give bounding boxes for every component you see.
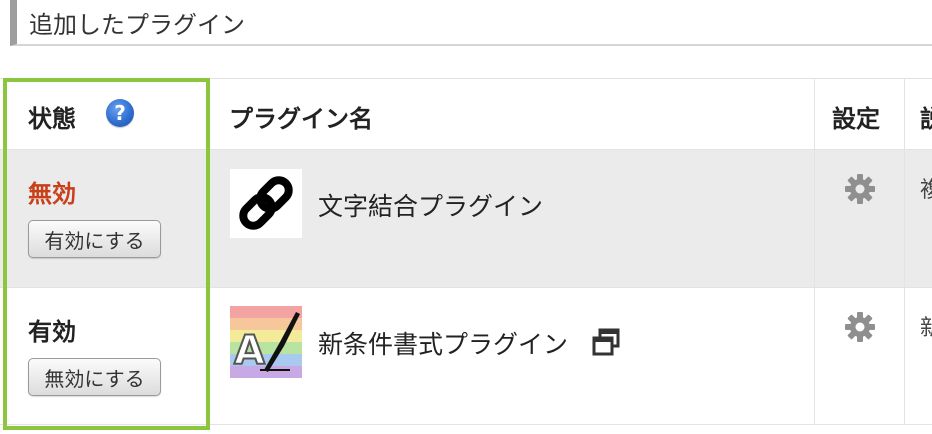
header-bottom-border [0, 149, 932, 150]
description-text: 新 [920, 316, 932, 341]
section-header: 追加したプラグイン [10, 0, 932, 46]
plugin-name: 新条件書式プラグイン [318, 330, 569, 359]
settings-column-header: 設定 [832, 105, 880, 133]
table-bottom-border [0, 424, 932, 425]
row-divider [0, 287, 932, 288]
enable-button[interactable]: 有効にする [28, 220, 161, 258]
help-icon[interactable]: ? [106, 99, 134, 127]
table-top-border [0, 78, 932, 79]
gear-icon[interactable] [843, 172, 877, 206]
column-divider [814, 78, 815, 425]
column-divider [904, 78, 905, 425]
description-text: 複 [920, 178, 932, 203]
plugin-name: 文字結合プラグイン [318, 192, 544, 221]
status-column-header: 状態 [28, 105, 76, 133]
svg-text:A: A [234, 328, 265, 374]
status-label-disabled: 無効 [28, 180, 76, 208]
chain-link-icon [230, 169, 302, 238]
gear-icon[interactable] [843, 310, 877, 344]
status-label-enabled: 有効 [28, 318, 76, 346]
rainbow-pen-icon: A [230, 306, 302, 378]
disable-button[interactable]: 無効にする [28, 358, 161, 396]
plugin-name-column-header: プラグイン名 [229, 105, 373, 133]
description-column-header: 説 [920, 99, 932, 134]
section-title: 追加したプラグイン [29, 10, 245, 39]
external-window-icon[interactable] [591, 327, 621, 357]
